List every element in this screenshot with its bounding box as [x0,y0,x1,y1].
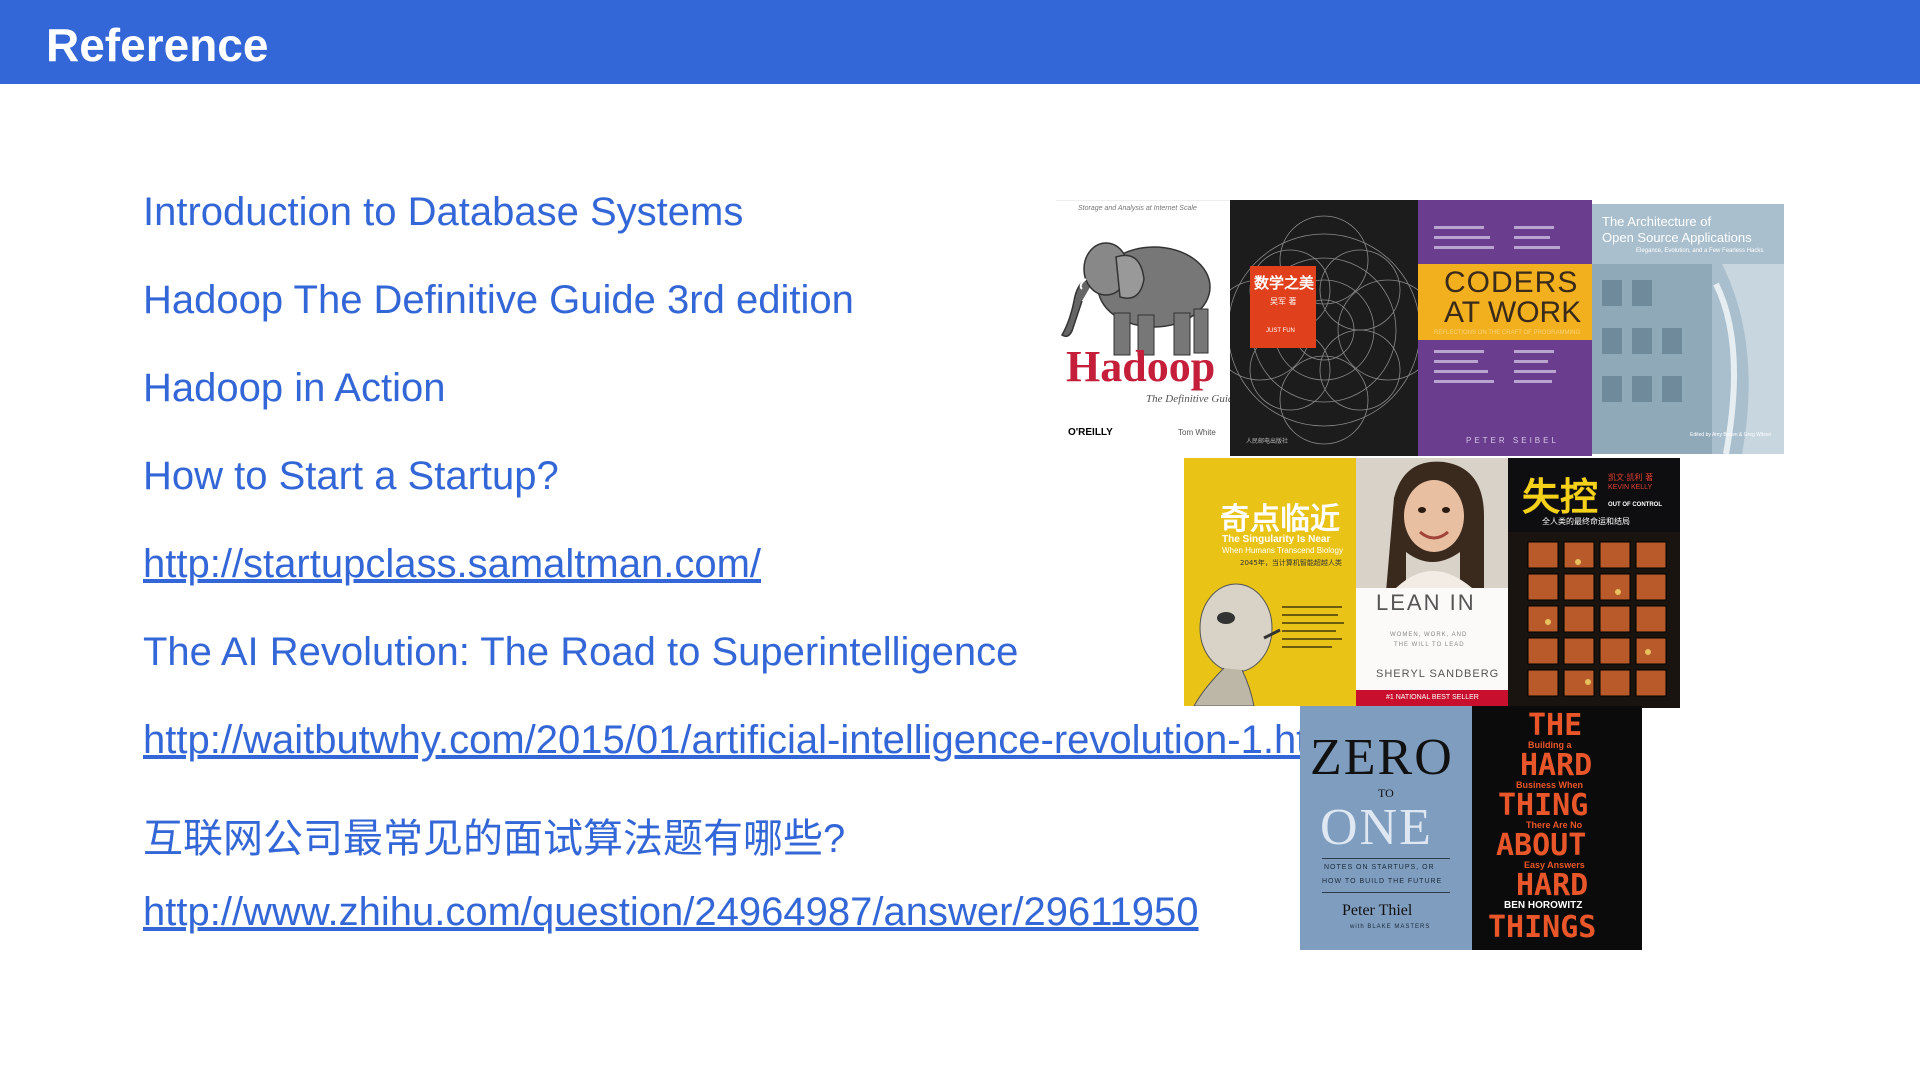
leanin-subtitle-line1: WOMEN, WORK, AND [1390,632,1468,638]
singularity-text-block [1282,606,1346,662]
author-portrait [1356,458,1508,588]
coders-title-line1: CODERS [1444,266,1579,299]
hadoop-tagline: Storage and Analysis at Internet Scale [1078,205,1197,212]
startupclass-link[interactable]: http://startupclass.samaltman.com/ [143,542,761,587]
hadoop-title: Hadoop [1066,342,1216,391]
zerotoone-title-zero: ZERO [1310,729,1454,786]
outofcontrol-subtitle-en: OUT OF CONTROL [1608,502,1662,508]
book-cover-out-of-control: 失控 凯文·凯利 著 KEVIN KELLY OUT OF CONTROL 全人… [1508,458,1680,708]
book-cover-zero-to-one: ZERO TO ONE NOTES ON STARTUPS, OR HOW TO… [1300,706,1472,950]
leanin-title: LEAN IN [1376,590,1476,615]
waitbutwhy-link[interactable]: http://waitbutwhy.com/2015/01/artificial… [143,718,1350,763]
zerotoone-subtitle-line1: NOTES ON STARTUPS, OR [1324,864,1435,871]
leanin-badge: #1 NATIONAL BEST SELLER [1386,694,1479,701]
hadoop-subtitle: The Definitive Guide [1146,393,1230,405]
coders-subtitle: REFLECTIONS ON THE CRAFT OF PROGRAMMING [1434,330,1581,336]
aosa-title-line1: The Architecture of [1602,214,1712,229]
zerotoone-author: Peter Thiel [1342,902,1413,919]
zerotoone-divider-top [1322,858,1450,859]
header-bar: Reference [0,0,1920,84]
hardthing-line-hard-2: HARD [1516,868,1589,903]
coders-name-rows-bottom [1434,346,1576,390]
book-cover-coders-at-work: CODERS AT WORK REFLECTIONS ON THE CRAFT … [1418,200,1592,456]
robot-head-illustration [1193,583,1281,706]
outofcontrol-author-cn: 凯文·凯利 著 [1608,473,1654,482]
shuxue-title-block: 数学之美 吴军 著 JUST FUN [1250,266,1316,348]
book-cover-singularity: 奇点临近 The Singularity Is Near When Humans… [1184,458,1356,706]
outofcontrol-subtitle-cn: 全人类的最终命运和结局 [1542,517,1630,526]
book-cover-lean-in: LEAN IN WOMEN, WORK, AND THE WILL TO LEA… [1356,458,1508,708]
hardthing-line-hard: HARD [1520,748,1593,783]
reference-ai-revolution: The AI Revolution: The Road to Superinte… [143,630,1019,674]
hadoop-author: Tom White [1178,428,1216,437]
shuxue-badge: JUST FUN [1266,328,1295,334]
zhihu-link[interactable]: http://www.zhihu.com/question/24964987/a… [143,890,1199,935]
zerotoone-subtitle-line2: HOW TO BUILD THE FUTURE [1322,878,1443,885]
leanin-subtitle-line2: THE WILL TO LEAD [1394,642,1465,648]
book-cover-shuxue: 数学之美 吴军 著 JUST FUN 人民邮电出版社 [1230,200,1418,456]
shuxue-title: 数学之美 [1254,274,1315,292]
shuxue-publisher: 人民邮电出版社 [1246,438,1289,445]
coders-name-rows-top [1434,222,1576,256]
coders-author: PETER SEIBEL [1466,436,1559,445]
coders-title-band: CODERS AT WORK [1418,264,1592,340]
leanin-author: SHERYL SANDBERG [1376,668,1500,680]
building-grid-illustration [1508,532,1680,708]
zerotoone-coauthor: with BLAKE MASTERS [1350,924,1431,930]
book-cover-hard-thing: THE Building a HARD Business When THING … [1472,706,1642,950]
hardthing-line-thing: THING [1498,788,1589,823]
reference-database-systems: Introduction to Database Systems [143,190,744,234]
hadoop-publisher: O'REILLY [1068,427,1113,438]
aosa-subtitle: Elegance, Evolution, and a Few Fearless … [1636,248,1764,254]
reference-start-a-startup: How to Start a Startup? [143,454,559,498]
outofcontrol-author-en: KEVIN KELLY [1608,484,1653,491]
zerotoone-divider-bottom [1322,892,1450,893]
coders-title-line2: AT WORK [1444,296,1582,329]
hardthing-line-about: ABOUT [1496,828,1587,863]
reference-hadoop-in-action: Hadoop in Action [143,366,446,410]
reference-interview-algorithms: 互联网公司最常见的面试算法题有哪些? [143,817,846,861]
hardthing-line-the: THE [1528,708,1583,743]
outofcontrol-title: 失控 [1522,475,1599,519]
aosa-title-line2: Open Source Applications [1602,230,1752,245]
page-title: Reference [46,19,269,71]
shuxue-author: 吴军 著 [1270,297,1297,306]
book-cover-hadoop: Storage and Analysis at Internet Scale H… [1056,200,1230,448]
aosa-editors: Edited by Amy Brown & Greg Wilson [1690,432,1772,438]
reference-hadoop-guide: Hadoop The Definitive Guide 3rd edition [143,278,854,322]
hardthing-line-things: THINGS [1488,910,1597,945]
zerotoone-title-one: ONE [1320,799,1433,856]
book-cover-aosa: The Architecture of Open Source Applicat… [1592,204,1784,454]
